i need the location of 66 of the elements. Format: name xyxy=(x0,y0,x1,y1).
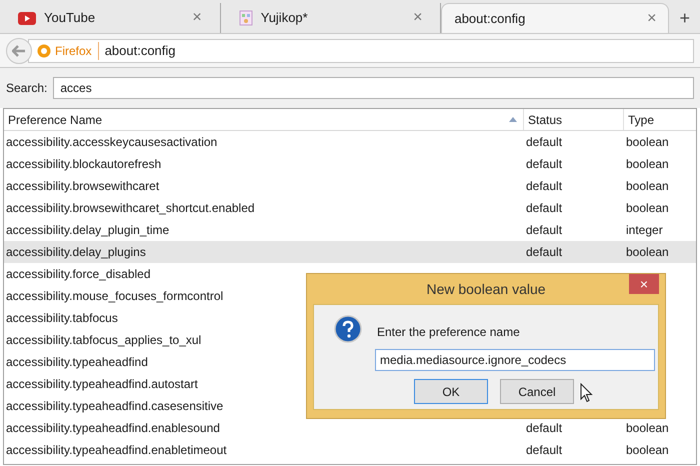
dialog-title: New boolean value xyxy=(426,280,546,299)
type-cell: boolean xyxy=(626,421,669,435)
identity-label: Firefox xyxy=(55,42,99,60)
preference-name: accessibility.browsewithcaret_shortcut.enabled xyxy=(6,201,255,215)
mouse-cursor-icon xyxy=(580,383,593,403)
type-cell: boolean xyxy=(626,245,669,259)
tab-close-button[interactable]: × xyxy=(647,10,656,26)
preference-name: accessibility.typeaheadfind.enablesound xyxy=(6,421,220,435)
tab-close-button[interactable]: × xyxy=(192,10,202,26)
url-text: about:config xyxy=(104,42,176,60)
back-button[interactable] xyxy=(6,38,32,64)
status-cell: default xyxy=(526,421,562,435)
column-header[interactable]: Preference Name xyxy=(4,109,524,130)
url-bar[interactable]: Firefox about:config xyxy=(28,38,694,62)
search-field[interactable]: acces xyxy=(53,77,694,99)
table-row[interactable]: accessibility.accesskeycausesactivation default boolean xyxy=(4,131,696,153)
preference-name: accessibility.delay_plugin_time xyxy=(6,223,170,237)
browser-tab[interactable]: about:config × xyxy=(441,3,670,33)
preference-name: accessibility.accesskeycausesactivation xyxy=(6,135,218,149)
table-row[interactable]: accessibility.browsewithcaret_shortcut.enabled default boolean xyxy=(4,197,696,219)
table-row[interactable]: accessibility.browsewithcaret default boolean xyxy=(4,175,696,197)
status-cell: default xyxy=(526,223,562,237)
question-icon xyxy=(334,315,362,343)
dialog-button[interactable]: Cancel xyxy=(500,379,574,404)
prompt-text: Enter the preference name xyxy=(377,324,520,341)
status-cell: default xyxy=(526,157,562,171)
tab-title: YouTube xyxy=(44,9,96,28)
type-cell: boolean xyxy=(626,135,669,149)
type-cell: boolean xyxy=(626,157,669,171)
status-cell: default xyxy=(526,201,562,215)
close-button[interactable]: × xyxy=(629,274,659,294)
table-row[interactable]: accessibility.typeaheadfind.enablesound default boolean xyxy=(4,417,696,439)
play-icon xyxy=(18,12,36,24)
dialog-button[interactable]: OK xyxy=(414,379,488,404)
search-label: Search: xyxy=(6,80,48,97)
new-tab-button[interactable]: + xyxy=(669,3,700,33)
preference-name: accessibility.tabfocus xyxy=(6,311,118,325)
preference-name: accessibility.force_disabled xyxy=(6,267,151,281)
tab-title: about:config xyxy=(454,10,526,28)
table-row[interactable]: accessibility.delay_plugin_time default integer xyxy=(4,219,696,241)
column-header[interactable]: Status xyxy=(524,109,624,130)
preference-name: accessibility.typeaheadfind.enabletimeout xyxy=(6,443,227,457)
type-cell: boolean xyxy=(626,201,669,215)
back-arrow-icon xyxy=(12,44,26,56)
status-cell: default xyxy=(526,135,562,149)
tab-title: Yujikop* xyxy=(260,9,309,28)
preference-name-field[interactable]: media.mediasource.ignore_codecs xyxy=(375,349,655,371)
type-cell: boolean xyxy=(626,179,669,193)
preference-name: accessibility.blockautorefresh xyxy=(6,157,162,171)
preference-name: accessibility.delay_plugins xyxy=(6,245,146,259)
table-row[interactable]: accessibility.delay_plugins default boolean xyxy=(4,241,696,263)
tab-close-button[interactable]: × xyxy=(413,10,422,26)
type-cell: boolean xyxy=(626,443,669,457)
sort-arrow-icon xyxy=(509,117,517,122)
type-cell: integer xyxy=(626,223,663,237)
browser-tab[interactable]: Yujikop* × xyxy=(220,3,442,33)
preference-name: accessibility.typeaheadfind.casesensitive xyxy=(6,399,224,413)
table-row[interactable]: accessibility.typeaheadfind.enabletimeout default boolean xyxy=(4,439,696,461)
browser-tab[interactable]: YouTube × xyxy=(0,3,221,33)
page-icon xyxy=(238,10,253,26)
column-header[interactable]: Type xyxy=(624,109,696,130)
table-row[interactable]: accessibility.blockautorefresh default boolean xyxy=(4,153,696,175)
status-cell: default xyxy=(526,179,562,193)
status-cell: default xyxy=(526,245,562,259)
preference-name: accessibility.browsewithcaret xyxy=(6,179,160,193)
status-cell: default xyxy=(526,443,562,457)
